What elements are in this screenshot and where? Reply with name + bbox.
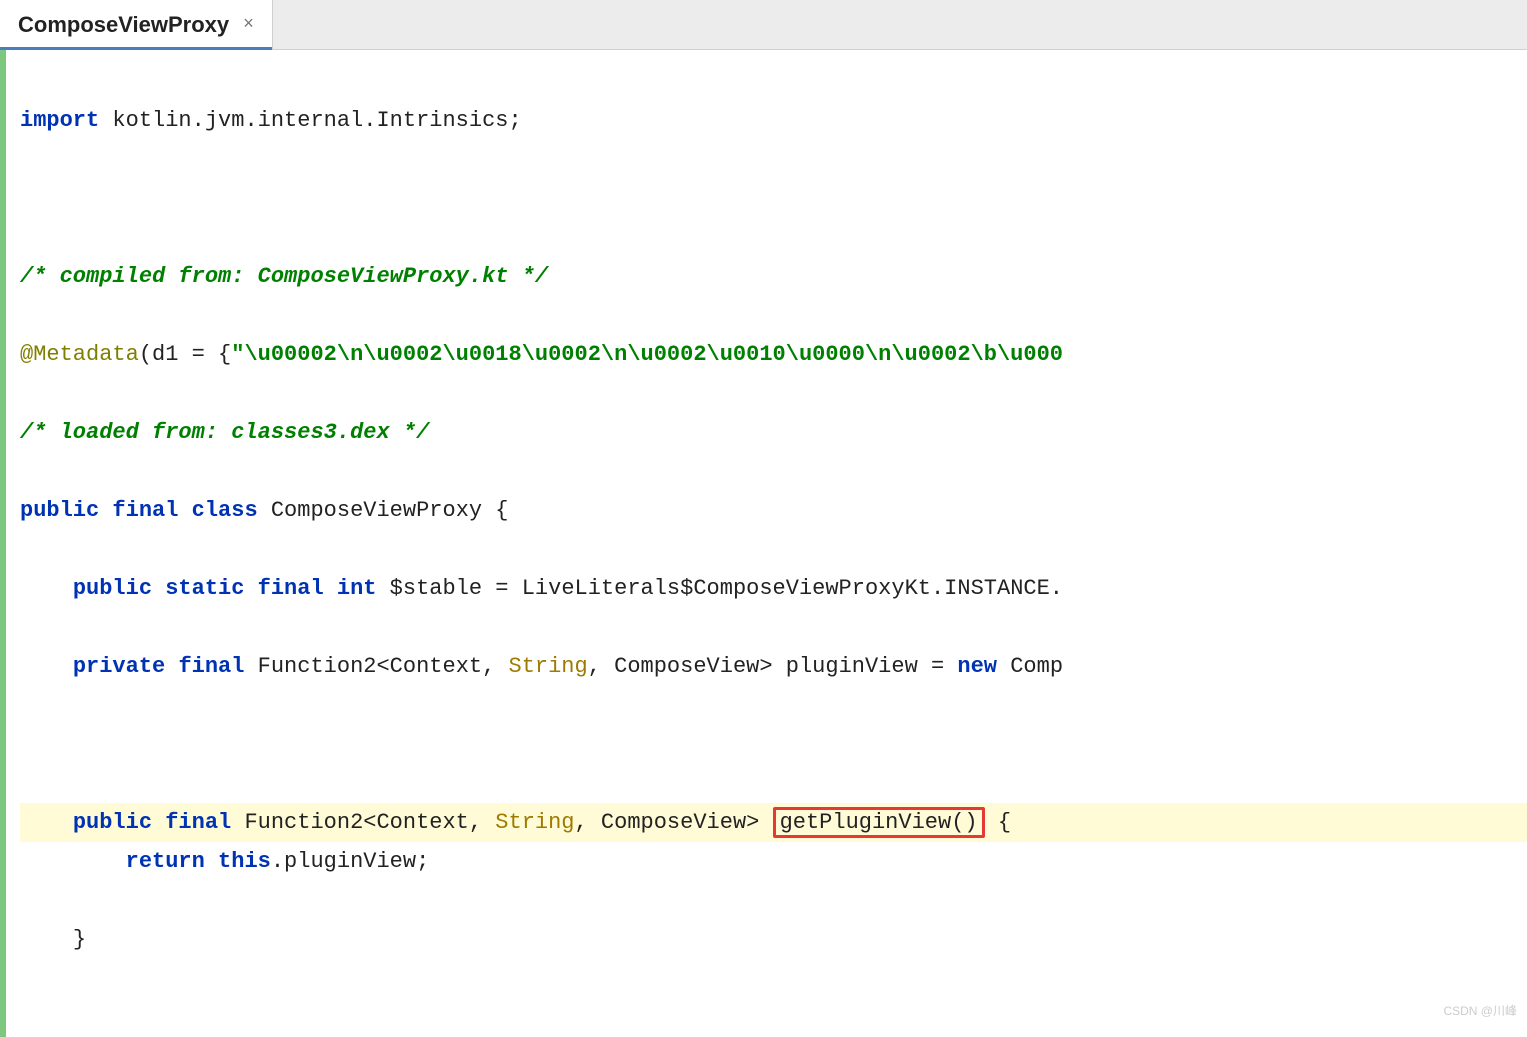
class-name: ComposeViewProxy [258,498,496,523]
keyword: final [112,498,178,523]
code-line-highlight: public final Function2<Context, String, … [20,803,1527,842]
tab-title: ComposeViewProxy [18,12,229,38]
tab-bar: ComposeViewProxy × [0,0,1527,50]
keyword: private [73,654,165,679]
import-path: kotlin.jvm.internal.Intrinsics; [99,108,521,133]
code-line: public final class ComposeViewProxy { [20,491,1527,530]
editor-tab[interactable]: ComposeViewProxy × [0,0,273,49]
keyword: public [20,498,99,523]
brace: } [73,927,86,952]
brace: { [998,810,1011,835]
type: String [509,654,588,679]
comment: /* loaded from: classes3.dex */ [20,420,429,445]
keyword: class [192,498,258,523]
brace: { [495,498,508,523]
comment: /* compiled from: ComposeViewProxy.kt */ [20,264,548,289]
code-line: /* compiled from: ComposeViewProxy.kt */ [20,257,1527,296]
method-name: getPluginView [780,810,952,835]
close-icon[interactable]: × [243,16,254,34]
text: , ComposeView> [575,810,773,835]
code-editor[interactable]: import kotlin.jvm.internal.Intrinsics; /… [0,50,1527,1037]
keyword: final [258,576,324,601]
keyword: this [218,849,271,874]
space [985,810,998,835]
code-line [20,179,1527,218]
text: , ComposeView> [588,654,786,679]
keyword: public [73,576,152,601]
code-line [20,725,1527,764]
annotation: @Metadata [20,342,139,367]
code-line: private final Function2<Context, String,… [20,647,1527,686]
text: .pluginView; [271,849,429,874]
text: Function2<Context, [231,810,495,835]
parens: () [951,810,977,835]
text: pluginView = [786,654,958,679]
text: $stable = LiveLiterals$ComposeViewProxyK… [376,576,1063,601]
highlighted-method: getPluginView() [773,807,985,838]
type: String [495,810,574,835]
code-line: import kotlin.jvm.internal.Intrinsics; [20,101,1527,140]
code-line: } [20,920,1527,959]
keyword-import: import [20,108,99,133]
keyword: new [957,654,997,679]
text: Comp [997,654,1063,679]
code-line: /* loaded from: classes3.dex */ [20,413,1527,452]
keyword: public [73,810,152,835]
keyword: final [165,810,231,835]
code-line: @Metadata(d1 = {"\u00002\n\u0002\u0018\u… [20,335,1527,374]
text: (d1 = { [139,342,231,367]
text: Function2<Context, [244,654,508,679]
keyword: final [178,654,244,679]
code-line: return this.pluginView; [20,842,1527,881]
string-literal: "\u00002\n\u0002\u0018\u0002\n\u0002\u00… [231,342,1063,367]
keyword: static [165,576,244,601]
keyword: int [337,576,377,601]
code-line: public static final int $stable = LiveLi… [20,569,1527,608]
watermark: CSDN @川峰 [1443,992,1517,1031]
keyword: return [126,849,205,874]
